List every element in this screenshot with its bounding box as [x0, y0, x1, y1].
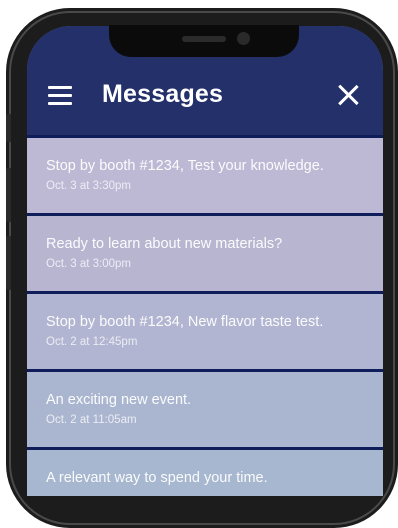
page-title: Messages — [102, 80, 224, 108]
message-text: Stop by booth #1234, New flavor taste te… — [46, 314, 324, 330]
camera-icon — [237, 32, 250, 45]
message-text: Ready to learn about new materials? — [46, 236, 283, 252]
message-text: A relevant way to spend your time. — [46, 470, 268, 486]
message-timestamp: Oct. 3 at 3:30pm — [46, 180, 132, 192]
message-item[interactable]: Stop by booth #1234, Test your knowledge… — [27, 138, 383, 216]
message-item[interactable]: An exciting new event. Oct. 2 at 11:05am — [27, 372, 383, 450]
side-button-mute — [6, 114, 11, 142]
message-timestamp: Oct. 3 at 3:00pm — [46, 258, 132, 270]
message-list: Stop by booth #1234, Test your knowledge… — [27, 138, 383, 496]
hamburger-menu-icon[interactable] — [48, 86, 72, 105]
message-item[interactable]: A relevant way to spend your time. — [27, 450, 383, 496]
message-timestamp: Oct. 2 at 11:05am — [46, 414, 137, 426]
side-button-volume-down — [6, 236, 11, 290]
notch — [109, 25, 299, 57]
message-text: Stop by booth #1234, Test your knowledge… — [46, 158, 324, 174]
message-item[interactable]: Ready to learn about new materials? Oct.… — [27, 216, 383, 294]
close-icon[interactable] — [337, 84, 359, 106]
side-button-volume-up — [6, 168, 11, 222]
speaker-icon — [182, 36, 226, 42]
message-item[interactable]: Stop by booth #1234, New flavor taste te… — [27, 294, 383, 372]
message-text: An exciting new event. — [46, 392, 192, 408]
message-timestamp: Oct. 2 at 12:45pm — [46, 336, 138, 348]
screen: Messages Stop by booth #1234, Test your … — [27, 26, 383, 496]
